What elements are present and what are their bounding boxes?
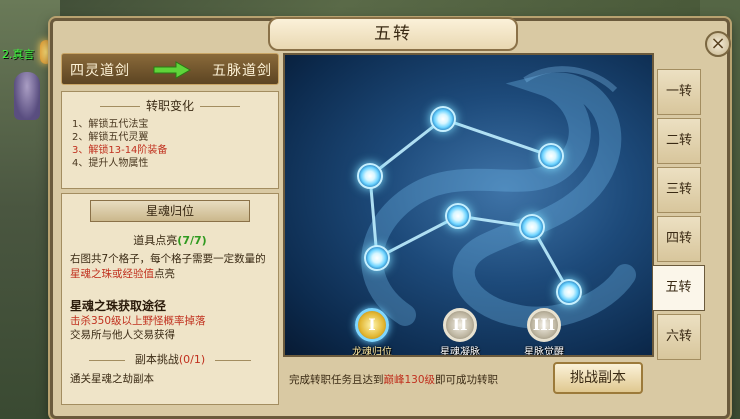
stage-badge-3[interactable]: III 星脉觉醒 <box>509 308 579 357</box>
desc-text-end: 点亮 <box>154 268 175 280</box>
star-node-icon[interactable] <box>445 203 471 229</box>
challenge-count: (0/1) <box>178 353 206 366</box>
light-progress: 道具点亮(7/7) <box>62 232 278 248</box>
change-item: 4、提升人物属性 <box>72 158 149 169</box>
tab-rebirth-5[interactable]: 五转 <box>653 265 705 311</box>
title-plate: 五转 <box>268 17 518 51</box>
requirement-text: 完成转职任务且达到 <box>289 374 384 386</box>
rebirth-tabs: 一转 二转 三转 四转 五转 六转 <box>653 69 705 363</box>
acquire-path-title: 星魂之珠获取途径 <box>70 299 167 313</box>
change-item: 2、解锁五代灵翼 <box>72 132 149 143</box>
stage-numeral: II <box>443 308 477 342</box>
tab-rebirth-3[interactable]: 三转 <box>657 167 701 213</box>
star-node-icon[interactable] <box>430 106 456 132</box>
stage-numeral: III <box>527 308 561 342</box>
rebirth-window: 五转 × 四灵道剑 五脉道剑 转职变化 1、解锁五代法宝 2、解锁五代灵翼 3、… <box>50 17 731 419</box>
tab-rebirth-6[interactable]: 六转 <box>657 314 701 360</box>
requirement-text-end: 即可成功转职 <box>435 374 499 386</box>
tab-rebirth-1[interactable]: 一转 <box>657 69 701 115</box>
change-item: 1、解锁五代法宝 <box>72 119 149 130</box>
star-node-icon[interactable] <box>519 214 545 240</box>
tab-rebirth-4[interactable]: 四转 <box>657 216 701 262</box>
conversion-bar: 四灵道剑 五脉道剑 <box>61 53 279 85</box>
conversion-to: 五脉道剑 <box>212 63 272 79</box>
challenge-dungeon-button[interactable]: 挑战副本 <box>553 362 643 394</box>
challenge-heading: 副本挑战(0/1) <box>62 351 278 367</box>
acquire-path-trade: 交易所与他人交易获得 <box>70 329 175 341</box>
stage-label: 龙魂归位 <box>352 347 392 357</box>
star-soul-panel: 星魂归位 道具点亮(7/7) 右图共7个格子，每个格子需要一定数量的星魂之珠或经… <box>61 193 279 405</box>
npc-figure[interactable] <box>14 72 40 120</box>
desc-highlight: 星魂之珠或经验值 <box>70 268 154 280</box>
window-title: 五转 <box>374 24 412 44</box>
changes-panel: 转职变化 1、解锁五代法宝 2、解锁五代灵翼 3、解锁13-14阶装备 4、提升… <box>61 91 279 189</box>
changes-list: 1、解锁五代法宝 2、解锁五代灵翼 3、解锁13-14阶装备 4、提升人物属性 <box>72 118 167 170</box>
stage-label: 星脉觉醒 <box>524 347 564 357</box>
stage-badge-2[interactable]: II 星魂凝脉 <box>425 308 495 357</box>
close-button[interactable]: × <box>705 31 731 57</box>
star-node-icon[interactable] <box>357 163 383 189</box>
stage-badge-1[interactable]: I 龙魂归位 <box>337 308 407 357</box>
stage-numeral: I <box>355 308 389 342</box>
requirement-level: 巅峰130级 <box>383 374 436 386</box>
light-count: (7/7) <box>177 234 207 247</box>
star-soul-heading: 星魂归位 <box>90 200 250 222</box>
challenge-description: 通关星魂之劫副本 <box>70 373 154 385</box>
star-node-icon[interactable] <box>556 279 582 305</box>
light-label: 道具点亮 <box>133 234 178 247</box>
challenge-heading-label: 副本挑战 <box>134 353 179 366</box>
tab-rebirth-2[interactable]: 二转 <box>657 118 701 164</box>
star-node-icon[interactable] <box>538 143 564 169</box>
rebirth-requirement: 完成转职任务且达到巅峰130级即可成功转职 <box>289 372 498 387</box>
green-right-arrow-icon <box>153 61 192 79</box>
star-node-icon[interactable] <box>364 245 390 271</box>
left-panel: 四灵道剑 五脉道剑 转职变化 1、解锁五代法宝 2、解锁五代灵翼 3、解锁13-… <box>61 53 279 413</box>
acquire-path-kill: 击杀350级以上野怪概率掉落 <box>70 315 206 327</box>
desc-text: 右图共7个格子，每个格子需要一定数量的 <box>70 253 266 265</box>
npc-name-label: 2.真言 <box>2 48 35 61</box>
stage-label: 星魂凝脉 <box>440 347 480 357</box>
change-item: 3、解锁13-14阶装备 <box>72 145 168 156</box>
star-soul-description: 右图共7个格子，每个格子需要一定数量的星魂之珠或经验值点亮 <box>70 252 274 282</box>
conversion-from: 四灵道剑 <box>70 63 130 79</box>
constellation-map: I 龙魂归位 II 星魂凝脉 III 星脉觉醒 <box>283 53 654 357</box>
changes-heading: 转职变化 <box>62 97 278 114</box>
